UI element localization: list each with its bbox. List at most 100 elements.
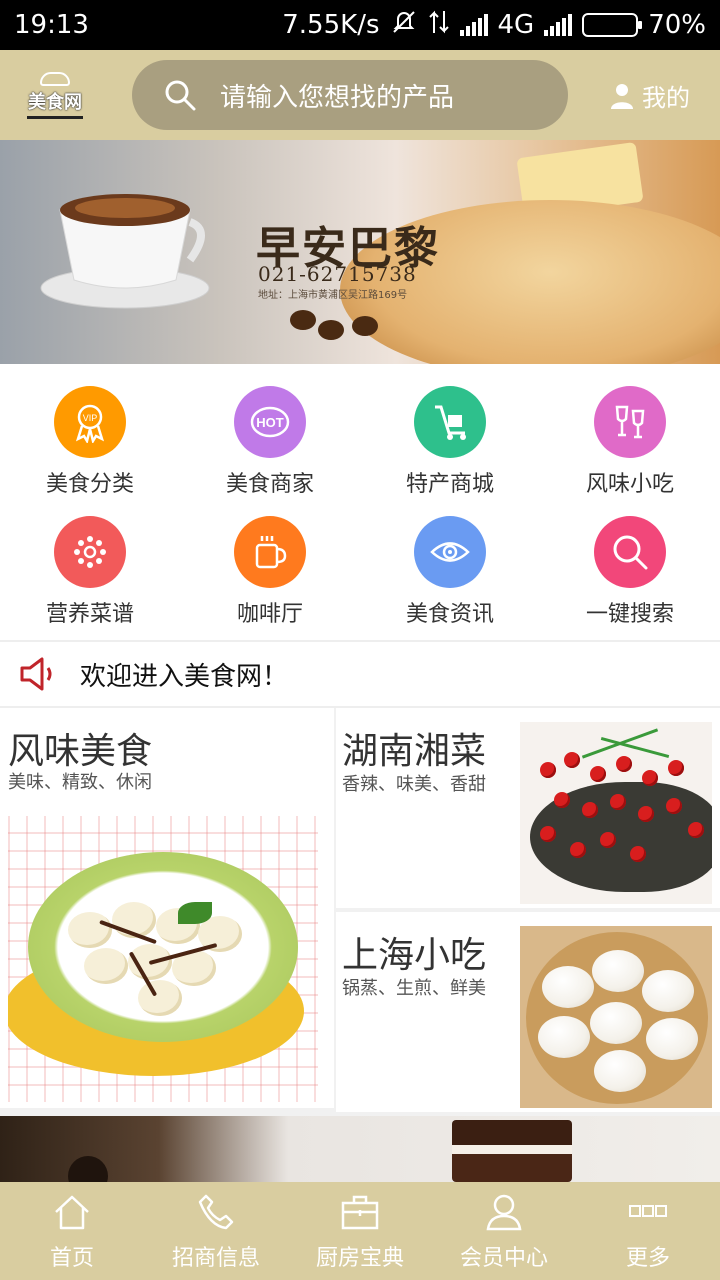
- hot-icon: HOT: [250, 406, 290, 438]
- food-section: 风味美食 美味、精致、休闲 湖南湘菜 香辣、味美、香甜 上海小吃 锅蒸、生煎、鲜…: [0, 708, 720, 1116]
- wine-glasses-icon: [615, 405, 645, 439]
- category-label: 美食商家: [225, 472, 314, 497]
- chili: [616, 756, 632, 772]
- network-type: 4G: [497, 10, 535, 40]
- status-time: 19:13: [14, 10, 89, 40]
- home-icon: [55, 1195, 89, 1230]
- site-logo[interactable]: 美食网: [0, 50, 110, 140]
- category-label: 营养菜谱: [45, 602, 134, 627]
- chili: [642, 770, 658, 786]
- category-circle: HOT: [234, 386, 306, 458]
- chili: [638, 806, 654, 822]
- nav-business[interactable]: 招商信息: [144, 1182, 288, 1280]
- category-label: 咖啡厅: [236, 602, 303, 627]
- notice-text: 欢迎进入美食网！: [80, 661, 289, 692]
- coffee-bean: [290, 310, 316, 330]
- chili: [554, 792, 570, 808]
- category-item-specialty-mall[interactable]: 特产商城: [360, 380, 540, 510]
- search-icon: [613, 535, 648, 570]
- banana-slice: [138, 980, 182, 1016]
- category-circle: [234, 516, 306, 588]
- category-grid: VIP 美食分类 HOT 美食商家 特产商城 风味小吃 营养菜谱 咖啡厅 美食资…: [0, 364, 720, 640]
- nav-more[interactable]: 更多: [576, 1182, 720, 1280]
- category-circle: [414, 516, 486, 588]
- nav-member[interactable]: 会员中心: [432, 1182, 576, 1280]
- chili: [688, 822, 704, 838]
- category-circle: [414, 386, 486, 458]
- plate: [28, 852, 298, 1042]
- banana-dessert-image: [8, 816, 318, 1102]
- food-card-flavor[interactable]: 风味美食 美味、精致、休闲: [0, 708, 334, 1108]
- category-item-food-class[interactable]: VIP 美食分类: [0, 380, 180, 510]
- food-card-hunan[interactable]: 湖南湘菜 香辣、味美、香甜: [336, 708, 720, 908]
- food-card-title: 上海小吃: [342, 935, 487, 976]
- coffee-bean: [318, 320, 344, 340]
- food-card-subtitle: 香辣、味美、香甜: [342, 774, 486, 795]
- banana-slice: [68, 912, 112, 948]
- dessert-banner[interactable]: [0, 1116, 720, 1182]
- search-placeholder: 请输入您想找的产品: [220, 82, 455, 113]
- category-label: 美食资讯: [405, 602, 494, 627]
- category-circle: VIP: [54, 386, 126, 458]
- notice-bar[interactable]: 欢迎进入美食网！: [0, 642, 720, 706]
- svg-text:VIP: VIP: [83, 413, 98, 423]
- data-arrows-icon: [428, 9, 450, 42]
- svg-text:HOT: HOT: [256, 415, 284, 430]
- logo-text: 美食网: [28, 91, 82, 113]
- category-item-search[interactable]: 一键搜索: [540, 510, 720, 640]
- category-item-merchants[interactable]: HOT 美食商家: [180, 380, 360, 510]
- category-item-cafe[interactable]: 咖啡厅: [180, 510, 360, 640]
- chili: [668, 760, 684, 776]
- chili: [666, 798, 682, 814]
- nav-label: 更多: [625, 1246, 670, 1271]
- chili: [540, 826, 556, 842]
- coffee-cup-image: [40, 194, 210, 309]
- mine-button[interactable]: 我的: [610, 78, 690, 113]
- nav-label: 招商信息: [171, 1246, 260, 1271]
- app-header: 美食网 请输入您想找的产品 我的: [0, 50, 720, 140]
- hand-truck-icon: [435, 405, 466, 440]
- user-icon: [611, 83, 633, 109]
- dumpling: [642, 970, 694, 1012]
- flower-icon: [74, 536, 106, 568]
- chili: [582, 802, 598, 818]
- logo-underline: [27, 115, 83, 119]
- dumpling: [646, 1018, 698, 1060]
- app-screen: 19:13 7.55K/s 4G 70% 美食网 请输入您想找的产品 我的 早安…: [0, 0, 720, 1280]
- category-label: 一键搜索: [585, 602, 674, 627]
- signal-icon-2: [544, 14, 573, 36]
- banner-address: 地址：上海市黄浦区吴江路169号: [258, 290, 408, 301]
- speaker-icon: [20, 657, 52, 691]
- briefcase-icon: [341, 1195, 379, 1230]
- banner-phone: 021-62715738: [258, 262, 417, 286]
- promo-banner[interactable]: 早安巴黎 021-62715738 地址：上海市黄浦区吴江路169号: [0, 140, 720, 364]
- signal-icon: [459, 14, 488, 36]
- category-item-snacks[interactable]: 风味小吃: [540, 380, 720, 510]
- chef-hat-icon: [40, 71, 70, 86]
- chili: [570, 842, 586, 858]
- search-input[interactable]: 请输入您想找的产品: [132, 60, 568, 130]
- nav-label: 首页: [49, 1246, 94, 1271]
- category-label: 特产商城: [405, 472, 494, 497]
- dumpling: [594, 1050, 646, 1092]
- eye-icon: [430, 542, 470, 562]
- category-item-recipes[interactable]: 营养菜谱: [0, 510, 180, 640]
- category-label: 美食分类: [45, 472, 134, 497]
- search-icon: [165, 80, 196, 111]
- status-right: 7.55K/s 4G 70%: [282, 8, 706, 43]
- category-circle: [54, 516, 126, 588]
- category-label: 风味小吃: [585, 472, 674, 497]
- nav-label: 厨房宝典: [315, 1246, 404, 1271]
- dumpling: [542, 966, 594, 1008]
- vip-badge-icon: VIP: [75, 404, 105, 443]
- category-circle: [594, 516, 666, 588]
- more-icon: [629, 1205, 667, 1217]
- chili: [600, 832, 616, 848]
- nav-home[interactable]: 首页: [0, 1182, 144, 1280]
- category-item-news[interactable]: 美食资讯: [360, 510, 540, 640]
- nav-kitchen[interactable]: 厨房宝典: [288, 1182, 432, 1280]
- food-card-shanghai[interactable]: 上海小吃 锅蒸、生煎、鲜美: [336, 912, 720, 1112]
- chili: [564, 752, 580, 768]
- mint-leaf: [178, 902, 212, 924]
- chili: [630, 846, 646, 862]
